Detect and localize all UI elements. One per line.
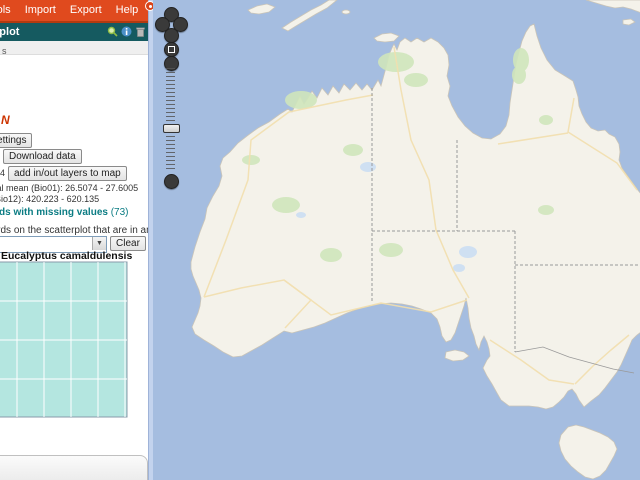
- missing-values-link[interactable]: records with missing values (73): [0, 207, 129, 218]
- zoom-slider-track[interactable]: [166, 68, 175, 172]
- left-panel: Tools Import Export Help Scatterplot: [0, 0, 148, 480]
- map-viewport[interactable]: [153, 0, 640, 480]
- info-icon[interactable]: [121, 26, 132, 37]
- chevron-down-icon[interactable]: ▼: [92, 237, 106, 250]
- menu-item-tools[interactable]: Tools: [0, 4, 11, 16]
- scatterplot-panel-header: Scatterplot: [0, 23, 148, 41]
- bio01-range-stat: Temperature - annual mean (Bio01): 26.50…: [0, 183, 138, 193]
- highlight-area-caption: Highlight records on the scatterplot tha…: [0, 225, 148, 236]
- clear-button[interactable]: Clear: [110, 236, 146, 251]
- landmass-layer: [191, 0, 640, 479]
- download-data-button[interactable]: Download data: [3, 149, 82, 164]
- zoom-out-button[interactable]: [164, 174, 179, 189]
- missing-values-link-text: records with missing values: [0, 207, 108, 218]
- map-canvas[interactable]: [153, 0, 640, 480]
- scatterplot-canvas[interactable]: [0, 261, 148, 453]
- menu-item-export[interactable]: Export: [70, 4, 102, 16]
- zoom-icon[interactable]: [107, 26, 118, 37]
- panel-toolbar-strip: s: [0, 41, 148, 55]
- edit-settings-button[interactable]: Edit settings: [0, 133, 32, 148]
- missing-values-count: (73): [111, 207, 129, 218]
- panel-title: Scatterplot: [0, 26, 19, 38]
- collapsed-panel[interactable]: [0, 455, 148, 480]
- menu-item-import[interactable]: Import: [25, 4, 56, 16]
- pan-down-button[interactable]: [164, 28, 179, 43]
- panel-header-icons: [107, 26, 146, 37]
- menu-items: Tools Import Export Help: [0, 0, 148, 16]
- delete-icon[interactable]: [135, 26, 146, 37]
- warning-text: N: [1, 113, 10, 127]
- menu-item-help[interactable]: Help: [116, 4, 139, 16]
- application-window: Tools Import Export Help Scatterplot: [0, 0, 640, 480]
- clipped-text-fragment: 4: [0, 168, 5, 178]
- clipped-text-fragment: s: [2, 46, 7, 56]
- bio12-range-stat: Precipitation - annual (Bio12): 420.223 …: [0, 194, 99, 204]
- menu-bar: Tools Import Export Help: [0, 0, 148, 23]
- zoom-slider-handle[interactable]: [163, 124, 180, 133]
- map-reset-button[interactable]: [164, 42, 179, 57]
- add-layers-button[interactable]: add in/out layers to map: [8, 166, 127, 181]
